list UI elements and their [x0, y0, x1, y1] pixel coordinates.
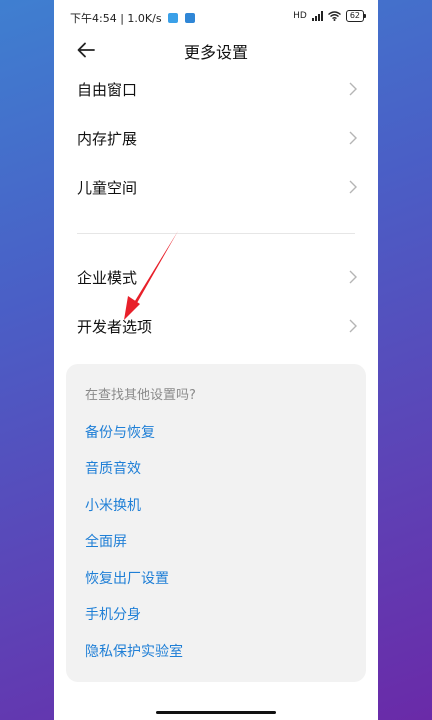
settings-item-free-window[interactable]: 自由窗口 [54, 66, 378, 112]
notification-app-icon [168, 13, 179, 23]
status-speed: 1.0K/s [127, 12, 162, 25]
suggestions-title: 在查找其他设置吗? [85, 388, 196, 403]
chevron-right-icon [349, 82, 357, 96]
settings-item-developer-options[interactable]: 开发者选项 [54, 303, 378, 349]
settings-item-label: 儿童空间 [77, 179, 138, 197]
home-indicator[interactable] [156, 711, 276, 714]
chevron-right-icon [349, 180, 357, 194]
section-divider [77, 233, 355, 234]
status-time: 下午4:54 [70, 12, 117, 25]
settings-item-label: 企业模式 [77, 269, 138, 287]
suggestion-link-full-screen[interactable]: 全面屏 [85, 531, 127, 551]
settings-item-label: 自由窗口 [77, 81, 138, 99]
chevron-right-icon [349, 270, 357, 284]
status-bar: 下午4:54 | 1.0K/s HD 62 [54, 0, 378, 34]
settings-item-enterprise-mode[interactable]: 企业模式 [54, 254, 378, 300]
battery-icon: 62 [345, 10, 367, 22]
status-indicators: HD 62 [293, 10, 367, 22]
header: 更多设置 [54, 30, 378, 70]
chevron-right-icon [349, 319, 357, 333]
settings-item-kids-space[interactable]: 儿童空间 [54, 164, 378, 210]
suggestion-link-privacy-lab[interactable]: 隐私保护实验室 [85, 641, 183, 661]
suggestion-link-factory-reset[interactable]: 恢复出厂设置 [85, 568, 169, 588]
suggestions-card: 在查找其他设置吗? 备份与恢复 音质音效 小米换机 全面屏 恢复出厂设置 手机分… [66, 364, 366, 682]
suggestion-link-sound-effects[interactable]: 音质音效 [85, 458, 141, 478]
phone-screen: 下午4:54 | 1.0K/s HD 62 更多设置 自由窗口 内存扩展 儿童空… [54, 0, 378, 720]
suggestion-link-backup-restore[interactable]: 备份与恢复 [85, 422, 155, 442]
settings-item-label: 内存扩展 [77, 130, 138, 148]
status-time-group: 下午4:54 | 1.0K/s [70, 10, 195, 26]
network-type-label: HD [293, 11, 307, 21]
notification-app-icon-2 [184, 13, 195, 23]
settings-item-label: 开发者选项 [77, 318, 153, 336]
signal-icon [311, 11, 323, 21]
suggestion-link-mi-mover[interactable]: 小米换机 [85, 495, 141, 515]
wifi-icon [327, 11, 341, 21]
chevron-right-icon [349, 131, 357, 145]
settings-item-memory-extension[interactable]: 内存扩展 [54, 115, 378, 161]
suggestion-link-dual-apps[interactable]: 手机分身 [85, 604, 141, 624]
page-title: 更多设置 [183, 43, 248, 62]
